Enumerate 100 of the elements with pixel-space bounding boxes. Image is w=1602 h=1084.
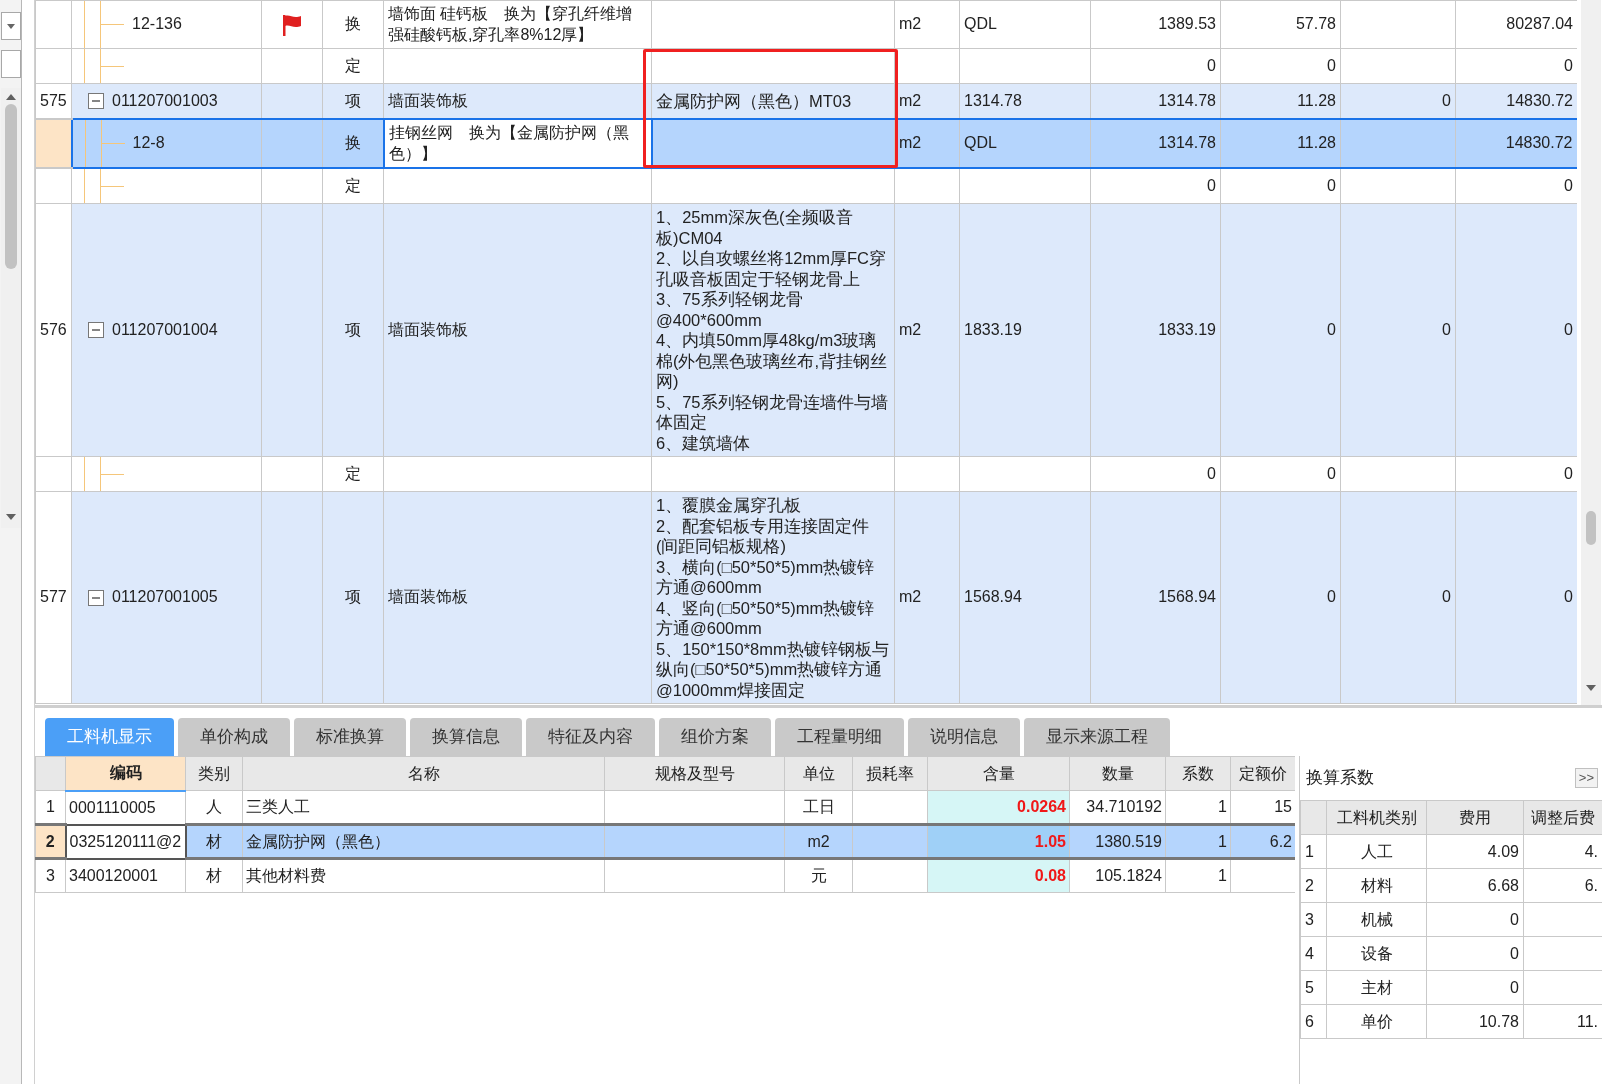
table-cell: 575 [35,83,72,119]
table-cell: 0 [1426,970,1524,1005]
table-cell: 0 [1220,456,1341,492]
table-cell: 0 [1455,168,1577,204]
table-cell: 14830.72 [1455,83,1577,119]
table-cell: 0 [1340,83,1456,119]
table-cell: 10.78 [1426,1004,1524,1039]
table-cell: 11.28 [1220,83,1341,119]
table-cell: 2 [1300,868,1327,903]
table-cell: 单价 [1326,1004,1427,1039]
spec-item: 6、建筑墙体 [656,432,752,453]
table-cell: 机械 [1326,902,1427,937]
tab[interactable]: 标准换算 [294,718,406,756]
table-cell: 材 [185,858,243,893]
panel-title: 换算系数 [1306,767,1374,790]
tab[interactable]: 组价方案 [659,718,771,756]
spec-item: 5、150*150*8mm热镀锌钢板与纵向(□50*50*5)mm热镀锌方通@1000mm焊接固定 [656,638,890,700]
table-cell: 换 [322,0,384,49]
tab[interactable]: 显示来源工程 [1024,718,1170,756]
table-cell: 墙面装饰板 [383,203,652,457]
spec-item: 1、覆膜金属穿孔板 [656,495,803,516]
column-header: 含量 [927,756,1070,791]
table-cell: 1314.78 [1090,83,1221,119]
table-cell: 1 [1300,834,1327,869]
table-cell: 1314.78 [959,83,1091,119]
spec-item: 4、竖向(□50*50*5)mm热镀锌方通@600mm [656,597,876,639]
column-header: 调整后费 [1523,800,1602,835]
table-cell: 0.0264 [927,790,1070,825]
expand-button[interactable]: >> [1574,768,1598,788]
table-cell: 1 [1165,858,1231,893]
table-cell: 定 [322,168,384,204]
table-cell: 6 [1300,1004,1327,1039]
table-cell: 1568.94 [1090,491,1221,704]
table-cell: 5 [1300,970,1327,1005]
table-cell: 设备 [1326,936,1427,971]
table-cell: 金属防护网（黑色） [242,824,605,859]
column-header: 单位 [784,756,853,791]
table-cell: 4 [1300,936,1327,971]
tab[interactable]: 单价构成 [178,718,290,756]
table-cell: 80287.04 [1455,0,1577,49]
table-cell: 元 [784,858,853,893]
column-header: 类别 [185,756,243,791]
table-cell: 1833.19 [959,203,1091,457]
table-cell: 0 [1455,456,1577,492]
item-code: 12-136 [132,14,182,35]
table-cell: 1314.78 [1090,119,1221,168]
tab[interactable]: 特征及内容 [526,718,655,756]
table-cell: 项 [322,203,384,457]
table-cell: 人工 [1326,834,1427,869]
table-cell: 0 [1340,203,1456,457]
table-cell: 0 [1220,203,1341,457]
table-cell: 项 [322,83,384,119]
table-cell: 项 [322,491,384,704]
table-cell: 14830.72 [1455,119,1577,168]
table-cell: 换 [322,119,384,168]
table-cell: 0325120111@2 [65,824,186,859]
table-cell: 0 [1220,168,1341,204]
column-header: 工料机类别 [1326,800,1427,835]
table-cell: 1 [1165,824,1231,859]
column-header: 费用 [1426,800,1524,835]
table-cell: 主材 [1326,970,1427,1005]
table-cell: 0 [1090,168,1221,204]
column-header: 数量 [1069,756,1166,791]
table-cell: 4.09 [1426,834,1524,869]
table-cell: m2 [784,824,853,859]
spec-item: 3、横向(□50*50*5)mm热镀锌方通@600mm [656,556,876,598]
table-cell: 0 [1090,456,1221,492]
table-cell: QDL [959,0,1091,49]
spec-item: 2、以自攻螺丝将12mm厚FC穿孔吸音板固定于轻钢龙骨上 [656,248,887,289]
table-cell: 577 [35,491,72,704]
table-cell: 105.1824 [1069,858,1166,893]
table-cell: 墙饰面 硅钙板 换为【穿孔纤维增强硅酸钙板,穿孔率8%12厚】 [383,0,652,49]
spec-item: 金属防护网（黑色）MT03 [656,90,853,112]
column-header: 系数 [1165,756,1231,791]
column-header: 编码 [65,756,186,791]
item-code: 011207001005 [112,587,218,608]
table-cell: 0 [1426,936,1524,971]
column-header: 规格及型号 [604,756,785,791]
table-cell: 3400120001 [65,858,186,893]
spec-item: 4、内填50mm厚48kg/m3玻璃棉(外包黑色玻璃丝布,背挂钢丝网) [656,330,889,392]
spec-item: 5、75系列轻钢龙骨连墙件与墙体固定 [656,391,889,433]
tab[interactable]: 说明信息 [908,718,1020,756]
item-code: 12-8 [132,133,165,154]
table-cell: 6.2 [1230,824,1295,859]
table-cell: 1833.19 [1090,203,1221,457]
table-cell: 2 [35,824,66,859]
table-cell: 0 [1340,491,1456,704]
spec-item: 1、25mm深灰色(全频吸音板)CM04 [656,207,854,248]
table-cell: 0 [1455,203,1577,457]
item-code: 011207001004 [112,319,218,340]
table-cell: 3 [35,858,66,893]
tab[interactable]: 工程量明细 [775,718,904,756]
table-cell: 0 [1455,48,1577,84]
table-cell: 挂钢丝网 换为【金属防护网（黑色）】 [383,119,652,168]
table-cell: 材料 [1326,868,1427,903]
table-cell: 576 [35,203,72,457]
table-cell: 0.08 [927,858,1070,893]
table-cell: m2 [894,0,960,49]
tab[interactable]: 换算信息 [410,718,522,756]
table-cell: 6.68 [1426,868,1524,903]
